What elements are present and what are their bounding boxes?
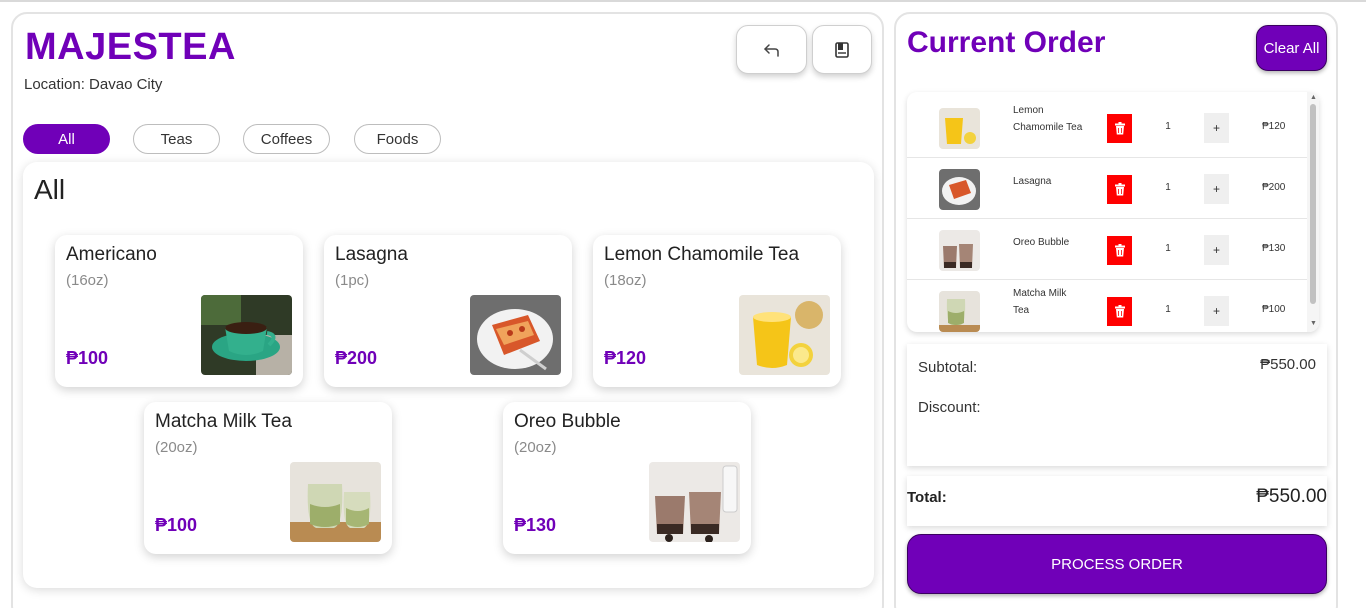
product-name: Americano — [66, 244, 157, 265]
order-items-list: Lemon Chamomile Tea 1 + ₱120 Lasagna 1 +… — [907, 92, 1319, 332]
product-size: (20oz) — [514, 439, 557, 456]
orders-book-button[interactable] — [812, 25, 872, 74]
order-total: Total: ₱550.00 — [907, 476, 1327, 526]
oreo-bubble-image — [649, 462, 740, 542]
delete-item-button[interactable] — [1107, 175, 1132, 204]
product-card-oreo-bubble[interactable]: Oreo Bubble (20oz) ₱130 — [503, 402, 751, 554]
order-item-name: Oreo Bubble — [1013, 237, 1070, 248]
notebook-icon — [835, 41, 849, 58]
location-label: Location: Davao City — [24, 76, 163, 93]
clear-all-button[interactable]: Clear All — [1256, 25, 1327, 71]
product-card-lasagna[interactable]: Lasagna (1pc) ₱200 — [324, 235, 572, 387]
menu-panel: MAJESTEA Location: Davao City All Teas C… — [11, 12, 884, 608]
trash-icon — [1114, 122, 1125, 135]
discount-label: Discount: — [918, 399, 981, 416]
product-price: ₱100 — [66, 348, 109, 368]
subtotal-label: Subtotal: — [918, 359, 978, 376]
product-name: Lasagna — [335, 244, 408, 265]
category-teas-button[interactable]: Teas — [133, 124, 220, 154]
order-item-row: Lemon Chamomile Tea 1 + ₱120 — [907, 98, 1307, 158]
matcha-image — [290, 462, 381, 542]
product-size: (18oz) — [604, 272, 647, 289]
product-size: (16oz) — [66, 272, 109, 289]
order-item-qty: 1 — [1165, 304, 1171, 315]
increase-qty-button[interactable]: + — [1204, 174, 1229, 204]
delete-item-button[interactable] — [1107, 114, 1132, 143]
scroll-up-arrow-icon[interactable]: ▲ — [1310, 94, 1317, 101]
product-card-americano[interactable]: Americano (16oz) ₱100 — [55, 235, 303, 387]
order-item-row: Matcha Milk Tea 1 + ₱100 — [907, 281, 1307, 332]
scrollbar-thumb[interactable] — [1310, 104, 1316, 304]
increase-qty-button[interactable]: + — [1204, 235, 1229, 265]
top-divider — [0, 0, 1366, 2]
order-item-qty: 1 — [1165, 182, 1171, 193]
order-title: Current Order — [907, 26, 1106, 59]
order-item-row: Oreo Bubble 1 + ₱130 — [907, 220, 1307, 280]
order-summary: Subtotal: ₱550.00 Discount: — [907, 344, 1327, 466]
process-order-button[interactable]: PROCESS ORDER — [907, 534, 1327, 594]
coffee-cup-image — [201, 295, 292, 375]
back-button[interactable] — [736, 25, 807, 74]
total-value: ₱550.00 — [1256, 486, 1327, 507]
return-arrow-icon — [763, 43, 779, 57]
trash-icon — [1114, 183, 1125, 196]
total-label: Total: — [907, 489, 947, 506]
product-card-lemon-chamomile-tea[interactable]: Lemon Chamomile Tea (18oz) ₱120 — [593, 235, 841, 387]
products-grid: All Americano (16oz) ₱100 Lasagna (1pc) … — [23, 162, 874, 588]
category-foods-button[interactable]: Foods — [354, 124, 441, 154]
order-panel: Current Order Clear All Lemon Chamomile … — [894, 12, 1338, 608]
product-name: Lemon Chamomile Tea — [604, 244, 800, 265]
lemon-tea-thumbnail — [939, 108, 980, 149]
delete-item-button[interactable] — [1107, 297, 1132, 326]
oreo-bubble-thumbnail — [939, 230, 980, 271]
order-item-name: Lasagna — [1013, 176, 1052, 187]
order-item-row: Lasagna 1 + ₱200 — [907, 159, 1307, 219]
order-item-price: ₱100 — [1262, 304, 1286, 315]
product-price: ₱130 — [514, 515, 557, 535]
scroll-down-arrow-icon[interactable]: ▼ — [1310, 320, 1317, 327]
matcha-thumbnail — [939, 291, 980, 332]
lasagna-thumbnail — [939, 169, 980, 210]
lemon-tea-image — [739, 295, 830, 375]
increase-qty-button[interactable]: + — [1204, 113, 1229, 143]
order-item-qty: 1 — [1165, 121, 1171, 132]
order-item-price: ₱200 — [1262, 182, 1286, 193]
product-price: ₱100 — [155, 515, 198, 535]
product-size: (1pc) — [335, 272, 370, 289]
product-name: Matcha Milk Tea — [155, 411, 292, 432]
order-item-price: ₱130 — [1262, 243, 1286, 254]
order-item-qty: 1 — [1165, 243, 1171, 254]
brand-title: MAJESTEA — [25, 26, 236, 68]
increase-qty-button[interactable]: + — [1204, 296, 1229, 326]
subtotal-value: ₱550.00 — [1260, 356, 1316, 373]
category-all-button[interactable]: All — [23, 124, 110, 154]
product-price: ₱200 — [335, 348, 378, 368]
product-size: (20oz) — [155, 439, 198, 456]
category-coffees-button[interactable]: Coffees — [243, 124, 330, 154]
product-card-matcha-milk-tea[interactable]: Matcha Milk Tea (20oz) ₱100 — [144, 402, 392, 554]
product-price: ₱120 — [604, 348, 647, 368]
trash-icon — [1114, 244, 1125, 257]
order-list-scrollbar[interactable]: ▲ ▼ — [1307, 92, 1319, 332]
order-item-name: Lemon Chamomile Tea — [1013, 105, 1083, 133]
section-title: All — [34, 174, 66, 205]
lasagna-image — [470, 295, 561, 375]
product-name: Oreo Bubble — [514, 411, 621, 432]
delete-item-button[interactable] — [1107, 236, 1132, 265]
order-item-price: ₱120 — [1262, 121, 1286, 132]
trash-icon — [1114, 305, 1125, 318]
order-item-name: Matcha Milk Tea — [1013, 288, 1067, 316]
